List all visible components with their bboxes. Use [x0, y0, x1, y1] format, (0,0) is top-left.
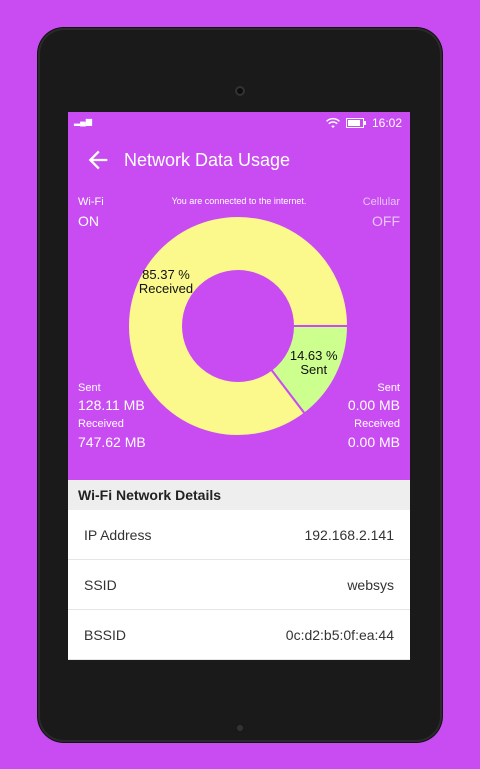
detail-label: SSID	[84, 576, 117, 593]
wifi-received-value: 747.62 MB	[78, 434, 146, 450]
status-time: 16:02	[371, 116, 402, 130]
detail-label: BSSID	[84, 626, 127, 643]
detail-row-ip[interactable]: IP Address 192.168.2.141	[68, 510, 410, 560]
slice-label-received: 85.37 % Received	[138, 267, 194, 296]
wifi-label: Wi-Fi	[78, 196, 104, 208]
details-header: Wi-Fi Network Details	[68, 480, 410, 510]
app-screen: ▂▄▆ 16:02 Network Data Usage You are con…	[68, 112, 410, 660]
cellular-sent-value: 0.00 MB	[347, 397, 400, 413]
detail-value: 192.168.2.141	[304, 526, 394, 543]
cellular-state[interactable]: OFF	[372, 213, 400, 229]
front-camera	[235, 86, 245, 96]
detail-row-bssid[interactable]: BSSID 0c:d2:b5:0f:ea:44	[68, 610, 410, 660]
detail-row-ssid[interactable]: SSID websys	[68, 560, 410, 610]
signal-icon: ▂▄▆	[74, 117, 92, 126]
app-toolbar: Network Data Usage	[68, 134, 410, 186]
detail-label: IP Address	[84, 526, 152, 543]
cellular-received-value: 0.00 MB	[347, 434, 400, 450]
detail-value: websys	[347, 576, 394, 593]
wifi-received-label: Received	[78, 418, 124, 430]
network-details-panel: Wi-Fi Network Details IP Address 192.168…	[68, 480, 410, 660]
cellular-label: Cellular	[362, 196, 400, 208]
back-arrow-icon[interactable]	[84, 146, 112, 174]
battery-icon	[345, 118, 366, 128]
cellular-received-label: Received	[354, 418, 400, 430]
wifi-icon	[326, 117, 340, 128]
usage-donut-chart	[127, 215, 350, 437]
wifi-state[interactable]: ON	[78, 213, 99, 229]
wifi-sent-label: Sent	[78, 382, 101, 394]
connection-message: You are connected to the internet.	[171, 196, 307, 206]
status-bar: ▂▄▆ 16:02	[68, 112, 410, 134]
cellular-sent-label: Sent	[377, 382, 400, 394]
wifi-sent-value: 128.11 MB	[78, 397, 145, 413]
usage-chart-area: You are connected to the internet. Wi-Fi…	[68, 186, 410, 479]
home-sensor	[237, 725, 243, 731]
detail-value: 0c:d2:b5:0f:ea:44	[285, 626, 394, 643]
slice-label-sent: 14.63 % Sent	[289, 348, 338, 378]
page-title: Network Data Usage	[124, 149, 291, 170]
